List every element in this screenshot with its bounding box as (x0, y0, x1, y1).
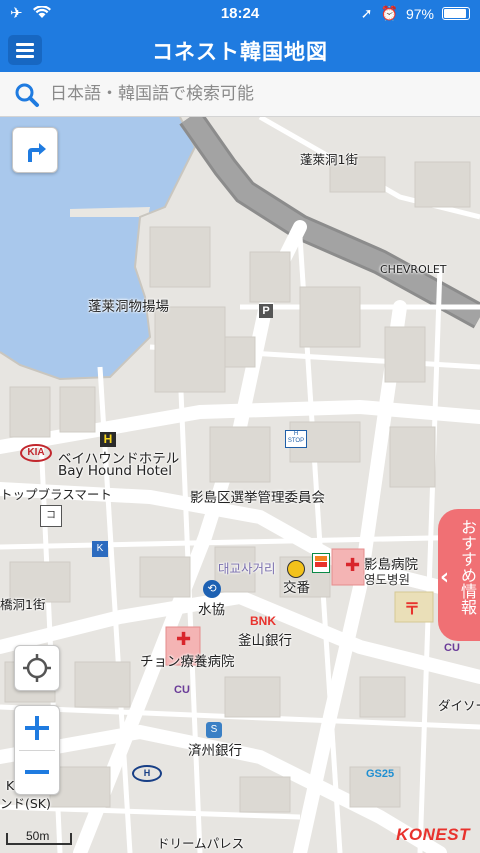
app-header: コネスト韓国地図 (0, 28, 480, 72)
map-label: 영도병원 (364, 572, 411, 587)
hospital-cross-icon[interactable]: ✚ (345, 557, 360, 575)
jeju-bank-icon[interactable]: S (206, 722, 222, 738)
cu-store-icon[interactable]: CU (444, 642, 460, 654)
hotel-icon[interactable]: H (100, 432, 116, 447)
map-label: 蓬莱洞物揚場 (88, 299, 169, 315)
battery-icon (442, 7, 470, 20)
status-bar: ✈ 18:24 ➚ ⏰ 97% (0, 0, 480, 28)
chevron-left-icon: ‹ (440, 565, 450, 590)
convenience-store-icon[interactable]: コ (40, 505, 62, 527)
map-label: 済州銀行 (188, 743, 242, 759)
map-label: Bay Hound Hotel (58, 463, 172, 479)
map-label: トップブラスマート (0, 487, 112, 502)
search-bar (0, 72, 480, 117)
search-icon[interactable] (14, 82, 40, 108)
direction-arrow-icon (28, 143, 46, 162)
locate-me-button[interactable] (14, 645, 60, 691)
map-view[interactable]: 蓬萊洞1街 CHEVROLET 蓬莱洞物揚場 ベイハウンドホテル Bay Hou… (0, 117, 480, 853)
zoom-out-button[interactable] (15, 750, 59, 794)
app-title: コネスト韓国地図 (152, 40, 328, 64)
crosshair-icon (23, 654, 51, 682)
map-scale: 50m (6, 829, 72, 845)
search-input[interactable] (50, 80, 450, 108)
hyundai-logo-icon[interactable]: H (132, 765, 162, 782)
map-label: 蓬萊洞1街 (300, 152, 358, 167)
map-label: ドリームパレス (157, 836, 245, 851)
seven-eleven-icon[interactable] (312, 553, 330, 573)
status-right: ➚ ⏰ 97% (361, 5, 470, 22)
kia-logo-icon[interactable]: KIA (20, 444, 52, 462)
map-label: 影島区選挙管理委員会 (190, 490, 325, 506)
subway-icon[interactable]: K (92, 541, 108, 557)
map-label: K (6, 778, 15, 793)
map-label: ンド(SK) (0, 796, 51, 811)
plus-icon (25, 716, 49, 740)
konest-logo: KONEST (396, 825, 470, 844)
zoom-controls (14, 705, 60, 795)
location-arrow-icon: ➚ (360, 5, 373, 21)
parking-icon[interactable]: P (259, 304, 273, 318)
zoom-in-button[interactable] (15, 706, 59, 750)
map-label: CHEVROLET (380, 263, 447, 276)
alarm-icon: ⏰ (380, 5, 398, 21)
map-label: 橋洞1街 (0, 597, 46, 612)
recommend-tab-label: おすすめ情報 (458, 519, 477, 615)
recommend-info-tab[interactable]: ‹ おすすめ情報 (438, 509, 480, 641)
scale-value: 50m (26, 829, 50, 843)
cu-store-icon[interactable]: CU (174, 684, 190, 696)
gs25-store-icon[interactable]: GS25 (366, 768, 394, 780)
map-label: 釜山銀行 (238, 633, 292, 649)
map-label: チョン療養病院 (140, 654, 235, 670)
post-office-icon[interactable]: 〒 (404, 595, 420, 619)
bnk-logo-icon[interactable]: BNK (250, 614, 276, 628)
map-label: 대교사거리 (218, 561, 276, 576)
police-icon[interactable] (287, 560, 305, 578)
map-label: ダイソー (438, 698, 480, 713)
bus-stop-icon[interactable]: H STOP (285, 430, 307, 448)
map-label: 水協 (198, 602, 225, 618)
suhyup-bank-icon[interactable]: ⟲ (203, 580, 221, 598)
compass-button[interactable] (12, 127, 58, 173)
map-label: 交番 (283, 580, 310, 596)
minus-icon (25, 770, 49, 774)
battery-percent: 97% (405, 5, 434, 22)
hospital-cross-icon[interactable]: ✚ (176, 631, 191, 649)
